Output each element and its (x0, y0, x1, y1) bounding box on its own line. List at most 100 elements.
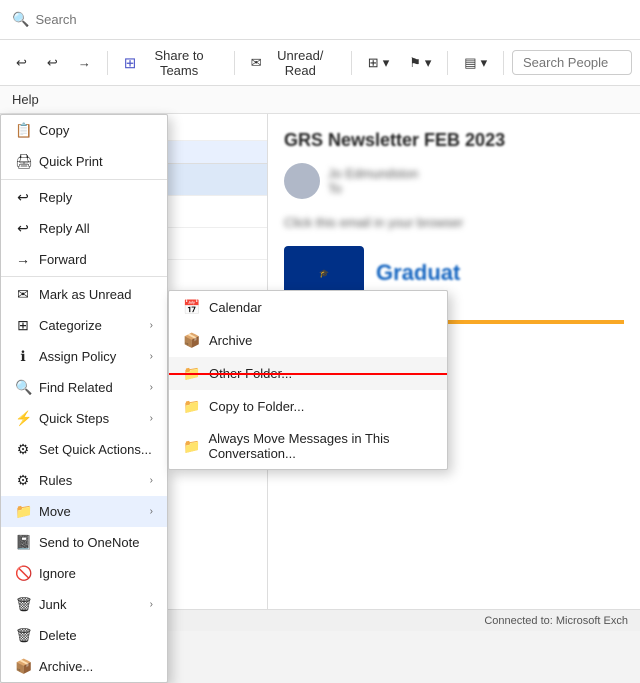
share-to-teams-label: Share to Teams (140, 48, 218, 78)
menu-item-reply-all[interactable]: ↩ Reply All (1, 213, 167, 244)
menu-item-rules[interactable]: ⚙ Rules › (1, 465, 167, 496)
quick-steps-icon: ⚡ (15, 410, 31, 427)
reply-label: Reply (39, 190, 153, 205)
sender-name: Jo Edmundston (328, 166, 418, 181)
back-button[interactable]: ↩ (8, 51, 35, 75)
rules-label: Rules (39, 473, 142, 488)
toolbar-divider-3 (351, 51, 352, 75)
envelope-icon: ✉ (251, 55, 262, 71)
flag-arrow: ▾ (425, 55, 432, 71)
flag-icon: ⚑ (409, 55, 421, 71)
view-arrow: ▾ (481, 55, 488, 71)
copy-to-folder-icon: 📁 (183, 398, 201, 415)
sender-info: Jo Edmundston To (328, 166, 418, 196)
menu-item-mark-unread[interactable]: ✉ Mark as Unread (1, 279, 167, 310)
search-people-container (512, 50, 632, 75)
mark-unread-icon: ✉ (15, 286, 31, 303)
menu-item-quick-steps[interactable]: ⚡ Quick Steps › (1, 403, 167, 434)
categorize-arrow: › (150, 320, 153, 331)
menu-item-copy[interactable]: 📋 Copy (1, 115, 167, 146)
submenu-item-calendar[interactable]: 📅 Calendar (169, 291, 447, 324)
copy-icon: 📋 (15, 122, 31, 139)
undo-button[interactable]: ↩ (39, 51, 66, 75)
copy-to-folder-label: Copy to Folder... (209, 399, 304, 414)
ignore-icon: 🚫 (15, 565, 31, 582)
menu-item-categorize[interactable]: ⊞ Categorize › (1, 310, 167, 341)
search-input[interactable] (35, 12, 255, 27)
submenu-item-copy-to-folder[interactable]: 📁 Copy to Folder... (169, 390, 447, 423)
to-field: To (328, 181, 418, 196)
menu-divider-2 (1, 276, 167, 277)
junk-icon: 🗑 (15, 596, 31, 613)
archive-icon: 📦 (15, 658, 31, 675)
mark-unread-label: Mark as Unread (39, 287, 153, 302)
submenu-item-other-folder[interactable]: 📁 Other Folder... (169, 357, 447, 390)
menu-item-forward[interactable]: → Forward (1, 244, 167, 274)
find-related-label: Find Related (39, 380, 142, 395)
calendar-icon: 📅 (183, 299, 201, 316)
archive-sub-icon: 📦 (183, 332, 201, 349)
menu-item-quick-print[interactable]: 🖨 Quick Print (1, 146, 167, 177)
color-categories-button[interactable]: ⊞ ▾ (360, 51, 397, 75)
color-categories-icon: ⊞ (368, 55, 379, 71)
set-quick-actions-icon: ⚙ (15, 441, 31, 458)
menu-item-find-related[interactable]: 🔍 Find Related › (1, 372, 167, 403)
back-icon: ↩ (16, 55, 27, 71)
share-to-teams-button[interactable]: ⊞ Share to Teams (116, 44, 226, 82)
context-menu: 📋 Copy 🖨 Quick Print ↩ Reply ↩ Reply All… (0, 114, 168, 683)
archive-label: Archive... (39, 659, 153, 674)
flag-button[interactable]: ⚑ ▾ (401, 51, 439, 75)
menu-item-junk[interactable]: 🗑 Junk › (1, 589, 167, 620)
archive-sub-label: Archive (209, 333, 252, 348)
toolbar-divider-1 (107, 51, 108, 75)
unread-read-button[interactable]: ✉ Unread/ Read (243, 44, 343, 82)
menu-item-delete[interactable]: 🗑 Delete (1, 620, 167, 651)
other-folder-icon: 📁 (183, 365, 201, 382)
set-quick-actions-label: Set Quick Actions... (39, 442, 153, 457)
toolbar-divider-2 (234, 51, 235, 75)
email-title: GRS Newsletter FEB 2023 (284, 130, 624, 151)
teams-icon: ⊞ (124, 54, 137, 72)
menu-item-send-to-onenote[interactable]: 📓 Send to OneNote (1, 527, 167, 558)
delete-icon: 🗑 (15, 627, 31, 644)
submenu-item-always-move[interactable]: 📁 Always Move Messages in This Conversat… (169, 423, 447, 469)
junk-arrow: › (150, 599, 153, 610)
search-icon: 🔍 (12, 11, 29, 28)
menu-divider-1 (1, 179, 167, 180)
top-search-bar: 🔍 (0, 0, 640, 40)
categorize-label: Categorize (39, 318, 142, 333)
assign-policy-icon: ℹ (15, 348, 31, 365)
quick-steps-arrow: › (150, 413, 153, 424)
grad-text: Graduat (376, 260, 460, 286)
move-label: Move (39, 504, 142, 519)
junk-label: Junk (39, 597, 142, 612)
find-related-arrow: › (150, 382, 153, 393)
copy-label: Copy (39, 123, 153, 138)
avatar (284, 163, 320, 199)
help-bar: Help (0, 86, 640, 114)
reply-all-label: Reply All (39, 221, 153, 236)
forward-icon: → (15, 251, 31, 267)
always-move-icon: 📁 (183, 438, 200, 455)
search-people-input[interactable] (512, 50, 632, 75)
assign-policy-arrow: › (150, 351, 153, 362)
view-button[interactable]: ▤ ▾ (456, 51, 495, 75)
submenu-item-archive[interactable]: 📦 Archive (169, 324, 447, 357)
move-icon: 📁 (15, 503, 31, 520)
forward-nav-icon: → (78, 55, 91, 70)
forward-nav-button[interactable]: → (70, 51, 99, 74)
other-folder-label: Other Folder... (209, 366, 292, 381)
help-label: Help (12, 92, 39, 107)
undo-icon: ↩ (47, 55, 58, 71)
unread-read-label: Unread/ Read (266, 48, 335, 78)
menu-item-reply[interactable]: ↩ Reply (1, 182, 167, 213)
menu-item-assign-policy[interactable]: ℹ Assign Policy › (1, 341, 167, 372)
menu-item-ignore[interactable]: 🚫 Ignore (1, 558, 167, 589)
forward-label: Forward (39, 252, 153, 267)
menu-item-move[interactable]: 📁 Move › (1, 496, 167, 527)
menu-item-set-quick-actions[interactable]: ⚙ Set Quick Actions... (1, 434, 167, 465)
send-onenote-icon: 📓 (15, 534, 31, 551)
move-submenu: 📅 Calendar 📦 Archive 📁 Other Folder... 📁… (168, 290, 448, 470)
menu-item-archive[interactable]: 📦 Archive... (1, 651, 167, 682)
quick-print-icon: 🖨 (15, 153, 31, 170)
